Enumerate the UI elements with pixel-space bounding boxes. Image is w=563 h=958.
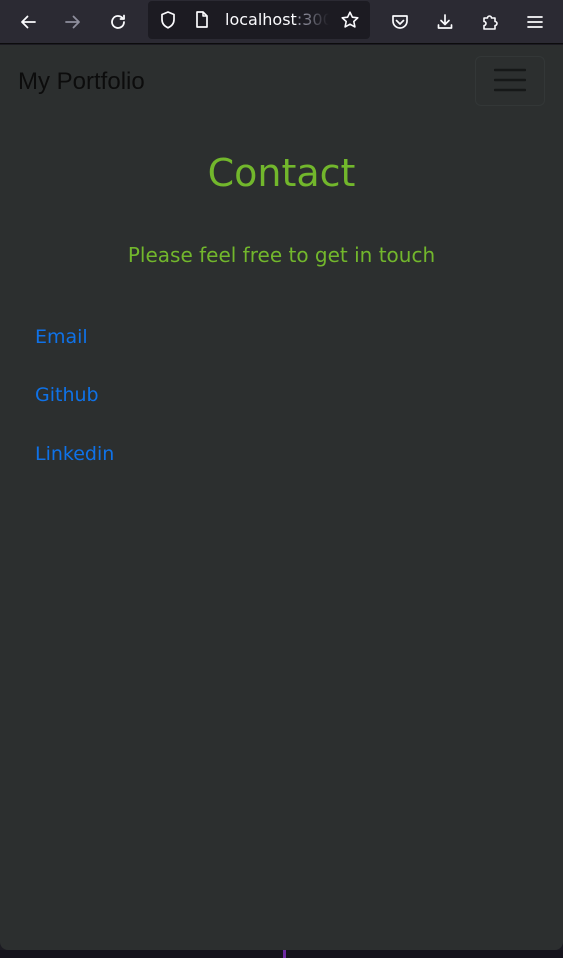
reload-button[interactable]: [102, 6, 134, 38]
pocket-button[interactable]: [384, 6, 416, 38]
site-info-button[interactable]: [186, 4, 218, 36]
navbar-brand[interactable]: My Portfolio: [18, 68, 145, 96]
page-title: Contact: [207, 151, 356, 195]
download-icon: [435, 12, 455, 32]
url-host: localhost: [225, 10, 297, 29]
arrow-left-icon: [18, 12, 38, 32]
url-port: :3000: [296, 10, 329, 29]
desktop-background-strip: [0, 950, 563, 958]
page-subtitle: Please feel free to get in touch: [127, 243, 436, 267]
hamburger-icon: [493, 67, 527, 96]
github-link[interactable]: Github: [35, 384, 99, 406]
extensions-button[interactable]: [474, 6, 506, 38]
pocket-icon: [390, 12, 410, 32]
page-viewport: My Portfolio Contact Please feel free to…: [0, 45, 563, 950]
page-icon: [194, 10, 210, 30]
email-link[interactable]: Email: [35, 326, 88, 348]
url-text[interactable]: localhost:3000: [225, 10, 329, 29]
arrow-right-icon: [63, 12, 83, 32]
back-button[interactable]: [12, 6, 44, 38]
tracking-protection-button[interactable]: [152, 4, 184, 36]
browser-toolbar: localhost:3000: [0, 0, 563, 44]
linkedin-link[interactable]: Linkedin: [35, 443, 114, 465]
menu-icon: [526, 14, 544, 30]
forward-button[interactable]: [57, 6, 89, 38]
bookmark-button[interactable]: [334, 4, 366, 36]
navbar-toggle-button[interactable]: [475, 56, 545, 106]
puzzle-icon: [480, 12, 500, 32]
reload-icon: [108, 12, 128, 32]
shield-icon: [159, 10, 177, 30]
url-bar[interactable]: localhost:3000: [148, 1, 370, 39]
app-menu-button[interactable]: [519, 6, 551, 38]
desktop-accent: [283, 950, 286, 958]
downloads-button[interactable]: [429, 6, 461, 38]
navbar: My Portfolio: [0, 45, 563, 121]
star-icon: [340, 10, 360, 30]
